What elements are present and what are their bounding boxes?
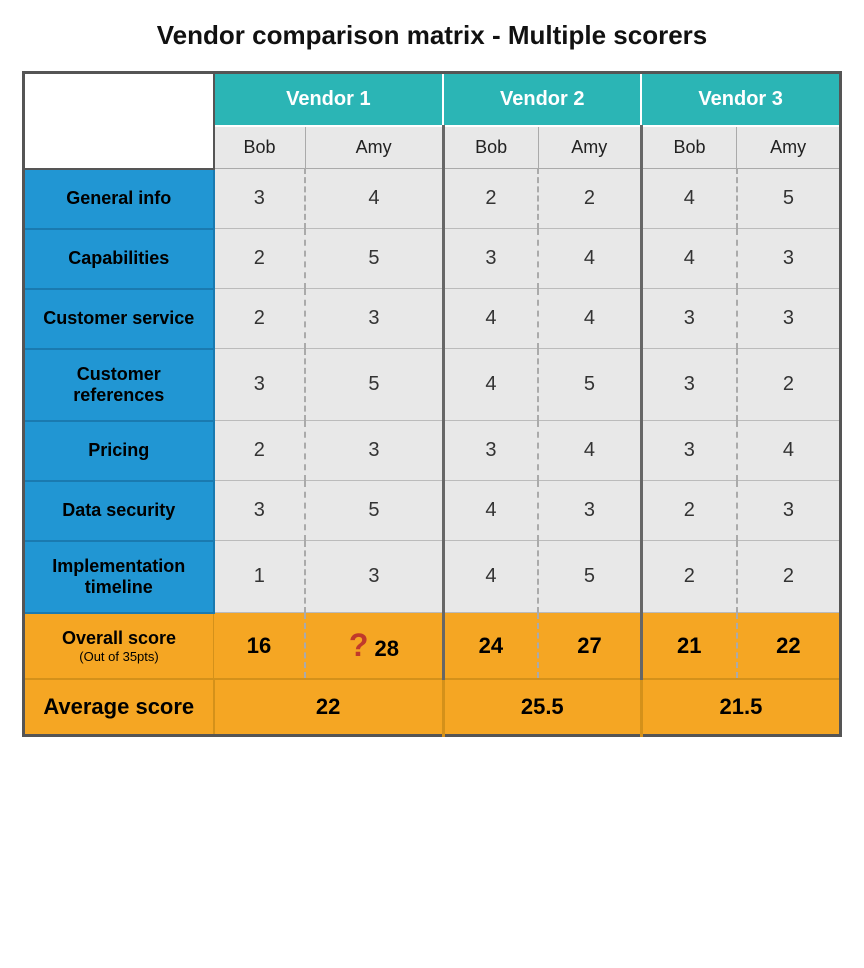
overall-label: Overall score(Out of 35pts): [24, 613, 214, 680]
score-2-1: 3: [305, 289, 443, 349]
empty-header-2: [24, 126, 214, 169]
scorer-v3-bob: Bob: [641, 126, 736, 169]
score-1-4: 4: [641, 229, 736, 289]
score-2-2: 4: [443, 289, 538, 349]
category-row-6: Implementation timeline134522: [24, 541, 841, 613]
score-0-0: 3: [214, 169, 306, 229]
page-container: Vendor comparison matrix - Multiple scor…: [22, 20, 842, 737]
average-v3: 21.5: [641, 679, 840, 736]
category-label-6: Implementation timeline: [24, 541, 214, 613]
category-label-5: Data security: [24, 481, 214, 541]
average-v2: 25.5: [443, 679, 641, 736]
score-4-0: 2: [214, 421, 306, 481]
category-row-3: Customer references354532: [24, 349, 841, 421]
category-label-0: General info: [24, 169, 214, 229]
score-6-2: 4: [443, 541, 538, 613]
overall-v2-amy: 27: [538, 613, 641, 680]
score-4-4: 3: [641, 421, 736, 481]
score-0-2: 2: [443, 169, 538, 229]
overall-v1-bob: 16: [214, 613, 306, 680]
category-row-1: Capabilities253443: [24, 229, 841, 289]
score-2-4: 3: [641, 289, 736, 349]
category-label-4: Pricing: [24, 421, 214, 481]
score-5-4: 2: [641, 481, 736, 541]
score-6-3: 5: [538, 541, 641, 613]
page-title: Vendor comparison matrix - Multiple scor…: [22, 20, 842, 51]
score-5-2: 4: [443, 481, 538, 541]
scorer-v1-amy: Amy: [305, 126, 443, 169]
category-row-0: General info342245: [24, 169, 841, 229]
average-score-row: Average score2225.521.5: [24, 679, 841, 736]
category-row-5: Data security354323: [24, 481, 841, 541]
score-6-0: 1: [214, 541, 306, 613]
category-label-3: Customer references: [24, 349, 214, 421]
empty-header-1: [24, 73, 214, 127]
score-1-0: 2: [214, 229, 306, 289]
score-4-2: 3: [443, 421, 538, 481]
score-2-0: 2: [214, 289, 306, 349]
score-3-4: 3: [641, 349, 736, 421]
score-5-0: 3: [214, 481, 306, 541]
score-5-1: 5: [305, 481, 443, 541]
overall-v2-bob: 24: [443, 613, 538, 680]
vendor2-header: Vendor 2: [443, 73, 641, 127]
scorer-v2-amy: Amy: [538, 126, 641, 169]
overall-score-row: Overall score(Out of 35pts)16? 282427212…: [24, 613, 841, 680]
score-0-4: 4: [641, 169, 736, 229]
score-0-3: 2: [538, 169, 641, 229]
category-row-4: Pricing233434: [24, 421, 841, 481]
category-label-2: Customer service: [24, 289, 214, 349]
score-6-4: 2: [641, 541, 736, 613]
score-3-5: 2: [737, 349, 841, 421]
average-label: Average score: [24, 679, 214, 736]
scorer-v2-bob: Bob: [443, 126, 538, 169]
score-3-2: 4: [443, 349, 538, 421]
score-1-1: 5: [305, 229, 443, 289]
average-v1: 22: [214, 679, 444, 736]
score-3-0: 3: [214, 349, 306, 421]
scorer-v1-bob: Bob: [214, 126, 306, 169]
scorer-v3-amy: Amy: [737, 126, 841, 169]
score-3-1: 5: [305, 349, 443, 421]
comparison-table: Vendor 1 Vendor 2 Vendor 3 Bob Amy Bob A…: [22, 71, 842, 737]
overall-v3-amy: 22: [737, 613, 841, 680]
score-5-5: 3: [737, 481, 841, 541]
vendor1-header: Vendor 1: [214, 73, 444, 127]
score-0-1: 4: [305, 169, 443, 229]
score-5-3: 3: [538, 481, 641, 541]
vendor-header-row: Vendor 1 Vendor 2 Vendor 3: [24, 73, 841, 127]
score-0-5: 5: [737, 169, 841, 229]
score-2-5: 3: [737, 289, 841, 349]
category-label-1: Capabilities: [24, 229, 214, 289]
score-6-5: 2: [737, 541, 841, 613]
score-4-5: 4: [737, 421, 841, 481]
category-row-2: Customer service234433: [24, 289, 841, 349]
overall-v1-amy: ? 28: [305, 613, 443, 680]
score-2-3: 4: [538, 289, 641, 349]
score-4-1: 3: [305, 421, 443, 481]
score-6-1: 3: [305, 541, 443, 613]
score-3-3: 5: [538, 349, 641, 421]
vendor3-header: Vendor 3: [641, 73, 840, 127]
scorer-header-row: Bob Amy Bob Amy Bob Amy: [24, 126, 841, 169]
score-4-3: 4: [538, 421, 641, 481]
score-1-2: 3: [443, 229, 538, 289]
overall-v3-bob: 21: [641, 613, 736, 680]
score-1-3: 4: [538, 229, 641, 289]
score-1-5: 3: [737, 229, 841, 289]
